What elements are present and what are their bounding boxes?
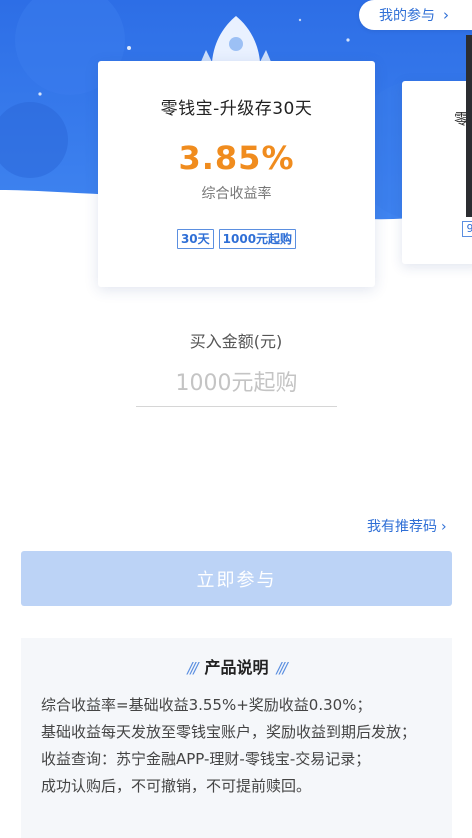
tag-term: 30天 [176, 229, 214, 249]
description-line: 收益查询：苏宁金融APP-理财-零钱宝-交易记录； [41, 750, 371, 768]
description-body: 综合收益率=基础收益3.55%+奖励收益0.30%； 基础收益每天发放至零钱宝账… [41, 692, 441, 800]
product-card[interactable]: 零钱宝-升级存30天 3.85% 综合收益率 30天 1000元起购 [98, 61, 375, 287]
amount-label: 买入金额(元) [189, 332, 283, 351]
heading-decoration-left: /// [187, 659, 198, 677]
product-description: /// 产品说明 /// 综合收益率=基础收益3.55%+奖励收益0.30%； 基础… [21, 638, 452, 838]
heading-decoration-right: /// [276, 659, 288, 677]
join-now-button[interactable]: 立即参与 [21, 551, 452, 606]
description-line: 综合收益率=基础收益3.55%+奖励收益0.30%； [41, 696, 372, 714]
amount-input[interactable] [136, 360, 337, 407]
referral-code-link[interactable]: 我有推荐码 › [367, 516, 447, 536]
description-title: 产品说明 [204, 658, 269, 677]
product-rate: 3.85% [178, 139, 295, 177]
description-line: 基础收益每天发放至零钱宝账户，奖励收益到期后发放； [41, 723, 417, 741]
referral-label: 我有推荐码 [367, 519, 437, 535]
product-tags: 30天 1000元起购 [98, 229, 375, 249]
description-line: 成功认购后，不可撤销，不可提前赎回。 [41, 777, 312, 795]
next-product-tag: 9 [462, 221, 472, 237]
my-participation-label: 我的参与 [379, 8, 435, 24]
chevron-right-icon: › [441, 519, 447, 535]
product-title: 零钱宝-升级存30天 [160, 99, 313, 119]
product-rate-label: 综合收益率 [201, 186, 272, 202]
my-participation-button[interactable]: 我的参与 › [359, 0, 472, 30]
chevron-right-icon: › [443, 6, 449, 24]
carousel-scrollbar [466, 35, 472, 217]
description-heading: /// 产品说明 /// [21, 654, 452, 678]
next-product-card[interactable]: 零 9 [402, 81, 472, 264]
tag-minimum: 1000元起购 [218, 229, 297, 249]
